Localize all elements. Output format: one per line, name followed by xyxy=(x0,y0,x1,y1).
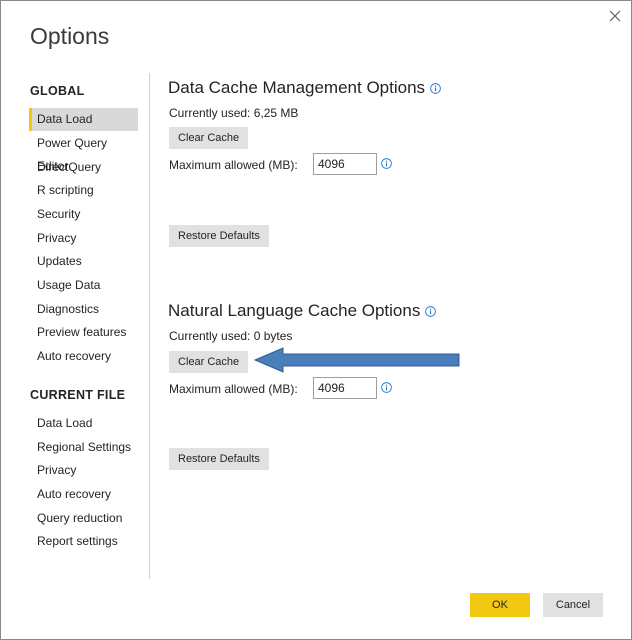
close-button[interactable] xyxy=(605,6,625,26)
data-cache-max-label: Maximum allowed (MB): xyxy=(169,158,298,172)
sidebar-item-global-privacy[interactable]: Privacy xyxy=(29,227,138,250)
info-icon[interactable] xyxy=(430,82,441,94)
data-cache-heading: Data Cache Management Options xyxy=(168,78,426,97)
nl-cache-restore-defaults-button[interactable]: Restore Defaults xyxy=(169,448,269,470)
sidebar-item-diagnostics[interactable]: Diagnostics xyxy=(29,298,138,321)
info-icon[interactable] xyxy=(381,382,392,393)
cancel-button[interactable]: Cancel xyxy=(543,593,603,617)
close-icon xyxy=(609,10,621,22)
global-heading: GLOBAL xyxy=(30,84,85,98)
options-dialog: Options GLOBAL Data Load Power Query Edi… xyxy=(0,0,632,640)
nl-cache-heading: Natural Language Cache Options xyxy=(168,301,421,320)
nl-cache-section-title: Natural Language Cache Options xyxy=(168,301,437,321)
sidebar-item-global-auto-recovery[interactable]: Auto recovery xyxy=(29,345,138,368)
sidebar-item-file-privacy[interactable]: Privacy xyxy=(29,459,138,482)
sidebar-divider xyxy=(149,73,150,579)
sidebar-item-file-auto-recovery[interactable]: Auto recovery xyxy=(29,483,138,506)
sidebar-item-report-settings[interactable]: Report settings xyxy=(29,530,138,553)
sidebar-item-file-data-load[interactable]: Data Load xyxy=(29,412,138,435)
sidebar-item-directquery[interactable]: DirectQuery xyxy=(29,156,138,179)
data-cache-clear-button[interactable]: Clear Cache xyxy=(169,127,249,149)
data-cache-section-title: Data Cache Management Options xyxy=(168,78,441,98)
arrow-annotation xyxy=(253,347,460,373)
sidebar-item-global-data-load[interactable]: Data Load xyxy=(29,108,138,131)
sidebar-item-r-scripting[interactable]: R scripting xyxy=(29,179,138,202)
sidebar-item-query-reduction[interactable]: Query reduction xyxy=(29,507,138,530)
data-cache-currently-used: Currently used: 6,25 MB xyxy=(169,106,299,120)
sidebar-item-preview-features[interactable]: Preview features xyxy=(29,321,138,344)
nl-cache-max-label: Maximum allowed (MB): xyxy=(169,382,298,396)
dialog-title: Options xyxy=(30,23,110,49)
info-icon[interactable] xyxy=(381,158,392,169)
info-icon[interactable] xyxy=(425,305,437,317)
sidebar-item-updates[interactable]: Updates xyxy=(29,250,138,273)
sidebar-item-usage-data[interactable]: Usage Data xyxy=(29,274,138,297)
nl-cache-max-input[interactable] xyxy=(313,377,377,399)
sidebar-item-security[interactable]: Security xyxy=(29,203,138,226)
data-cache-max-input[interactable] xyxy=(313,153,377,175)
sidebar-item-power-query-editor[interactable]: Power Query Editor xyxy=(29,132,138,173)
data-cache-restore-defaults-button[interactable]: Restore Defaults xyxy=(169,225,269,247)
ok-button[interactable]: OK xyxy=(470,593,530,617)
nl-cache-clear-button[interactable]: Clear Cache xyxy=(169,351,249,373)
current-file-heading: CURRENT FILE xyxy=(30,388,126,402)
nl-cache-currently-used: Currently used: 0 bytes xyxy=(169,329,293,343)
sidebar-item-regional-settings[interactable]: Regional Settings xyxy=(29,436,138,459)
